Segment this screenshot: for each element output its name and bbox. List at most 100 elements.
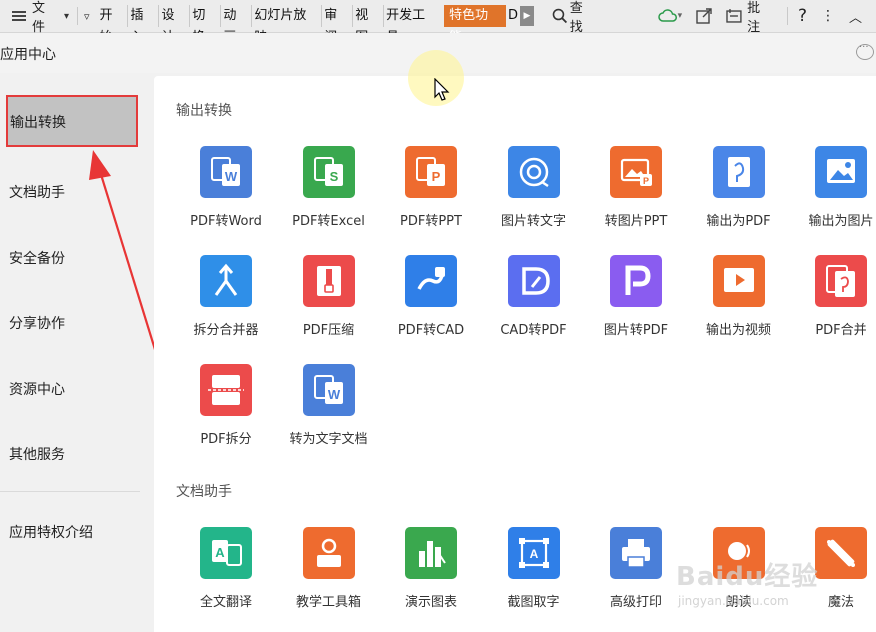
comment-icon: [726, 9, 742, 23]
tab-design[interactable]: 设计: [159, 5, 191, 45]
sidebar-item-label: 文档助手: [9, 185, 65, 201]
sidebar-item-other-services[interactable]: 其他服务: [0, 433, 154, 473]
comment-button[interactable]: 批注: [726, 0, 773, 35]
tab-start[interactable]: 开始: [98, 5, 129, 45]
app-tile-pdf-to-excel[interactable]: S PDF转Excel: [277, 146, 381, 246]
pdf-to-cad-icon: [405, 255, 457, 307]
app-tile-label: 图片转文字: [500, 214, 566, 229]
chat-icon[interactable]: [856, 42, 874, 60]
app-tile-teaching-toolbox[interactable]: 教学工具箱: [277, 527, 381, 627]
app-tile-pdf-merge[interactable]: PDF合并: [789, 255, 876, 355]
tab-insert[interactable]: 插入: [128, 5, 160, 45]
menu-separator: [786, 7, 788, 25]
cloud-sync-button[interactable]: ▾: [657, 0, 682, 32]
pdf-compress-icon: [302, 255, 355, 307]
page-title: 应用中心: [0, 47, 56, 63]
svg-text:W: W: [225, 169, 238, 184]
tab-truncated[interactable]: D: [508, 5, 518, 27]
tab-view[interactable]: 视图: [353, 5, 385, 45]
app-tile-export-pdf[interactable]: 输出为PDF: [687, 146, 791, 246]
pdf-to-ppt-icon: P: [405, 146, 457, 198]
chevron-down-icon[interactable]: ▾: [64, 11, 69, 22]
app-tile-to-image-ppt[interactable]: P 转图片PPT: [584, 146, 688, 246]
app-tile-label: 图片转PDF: [603, 323, 669, 338]
menu-separator: [76, 7, 78, 25]
comment-label: 批注: [747, 1, 761, 35]
app-tile-label: CAD转PDF: [500, 323, 567, 338]
to-image-ppt-icon: P: [610, 146, 662, 198]
app-tile-label: PDF转PPT: [400, 214, 462, 229]
watermark-url: jingyan.baidu.com: [678, 594, 789, 608]
app-tile-pdf-split[interactable]: PDF拆分: [174, 364, 278, 464]
sidebar-item-output-conversion[interactable]: 输出转换: [6, 95, 138, 147]
app-tile-label: 输出为图片: [808, 214, 874, 229]
export-video-icon: [712, 255, 765, 307]
section-title: 文档助手: [176, 484, 232, 500]
app-tile-image-to-pdf[interactable]: 图片转PDF: [584, 255, 688, 355]
search-label: 查找: [569, 1, 583, 35]
sidebar-item-label: 输出转换: [10, 115, 66, 131]
app-tile-pdf-to-word[interactable]: W PDF转Word: [174, 146, 278, 246]
app-tile-pdf-to-cad[interactable]: PDF转CAD: [379, 255, 483, 355]
app-tile-cad-to-pdf[interactable]: CAD转PDF: [482, 255, 586, 355]
app-tile-label: 拆分合并器: [193, 323, 259, 338]
export-pdf-icon: [712, 146, 765, 198]
app-tile-label: PDF压缩: [302, 323, 355, 338]
more-options-icon[interactable]: ⋮: [821, 0, 835, 32]
scroll-right-icon[interactable]: ▶: [519, 6, 534, 26]
sidebar-item-label: 分享协作: [9, 316, 65, 332]
image-to-pdf-icon: [610, 255, 662, 307]
hamburger-menu-icon[interactable]: [12, 10, 26, 22]
split-merge-icon: [200, 255, 252, 307]
main-panel: 输出转换 W PDF转Word S PDF转Excel P PDF转PPT 图片转文字 P 转图…: [154, 76, 876, 632]
tab-transition[interactable]: 切换: [190, 5, 222, 45]
to-text-doc-icon: W: [302, 364, 355, 416]
sidebar-item-label: 安全备份: [9, 251, 65, 267]
cad-to-pdf-icon: [507, 255, 560, 307]
sidebar-item-label: 资源中心: [9, 382, 65, 398]
app-tile-label: PDF转Word: [190, 214, 262, 229]
pdf-split-icon: [200, 364, 252, 416]
app-tile-label: 转图片PPT: [604, 214, 668, 229]
section-title: 输出转换: [176, 103, 232, 119]
sidebar-item-privileges[interactable]: 应用特权介绍: [0, 511, 154, 551]
menu-bar: 文件 ▾ ▿ 开始 插入 设计 切换 动画 幻灯片放映 审阅 视图 开发工具 特…: [0, 0, 876, 45]
dropdown-icon[interactable]: ▿: [84, 10, 90, 23]
app-tile-label: PDF合并: [815, 323, 867, 338]
app-tile-image-to-text[interactable]: 图片转文字: [482, 146, 586, 246]
app-tile-translate[interactable]: A 全文翻译: [174, 527, 278, 627]
file-menu[interactable]: 文件: [32, 0, 58, 35]
tab-slideshow[interactable]: 幻灯片放映: [252, 5, 323, 45]
search-button[interactable]: 查找: [552, 0, 596, 35]
app-tile-advanced-print[interactable]: 高级打印: [584, 527, 688, 627]
app-tile-split-merge[interactable]: 拆分合并器: [174, 255, 278, 355]
tab-animation[interactable]: 动画: [221, 5, 253, 45]
app-tile-presentation-chart[interactable]: 演示图表: [379, 527, 483, 627]
app-tile-label: 输出为PDF: [706, 214, 771, 229]
app-tile-export-image[interactable]: 输出为图片: [789, 146, 876, 246]
app-tile-screenshot-ocr[interactable]: A 截图取字: [482, 527, 586, 627]
collapse-ribbon-icon[interactable]: ︿: [849, 0, 862, 32]
svg-text:A: A: [529, 547, 538, 561]
app-tile-label: 演示图表: [404, 595, 457, 610]
app-tile-pdf-compress[interactable]: PDF压缩: [277, 255, 381, 355]
sidebar-item-resource-center[interactable]: 资源中心: [0, 368, 154, 408]
share-button[interactable]: [696, 0, 712, 32]
translate-icon: A: [200, 527, 252, 579]
help-button[interactable]: ?: [798, 0, 807, 32]
tab-developer[interactable]: 开发工具: [384, 5, 440, 45]
app-tile-to-text-doc[interactable]: W 转为文字文档: [277, 364, 381, 464]
watermark-logo: Baidu经验: [676, 562, 819, 592]
app-tile-export-video[interactable]: 输出为视频: [687, 255, 791, 355]
tab-special-features[interactable]: 特色功能: [444, 5, 506, 45]
sidebar-divider: [0, 491, 140, 492]
tab-review[interactable]: 审阅: [322, 5, 354, 45]
pdf-merge-icon: [815, 255, 867, 307]
app-tile-pdf-to-ppt[interactable]: P PDF转PPT: [379, 146, 483, 246]
app-tile-label: 转为文字文档: [289, 432, 368, 447]
pdf-to-word-icon: W: [200, 146, 252, 198]
search-icon: [552, 8, 567, 24]
magic-icon: [815, 527, 867, 579]
presentation-chart-icon: [405, 527, 457, 579]
pdf-to-excel-icon: S: [302, 146, 355, 198]
